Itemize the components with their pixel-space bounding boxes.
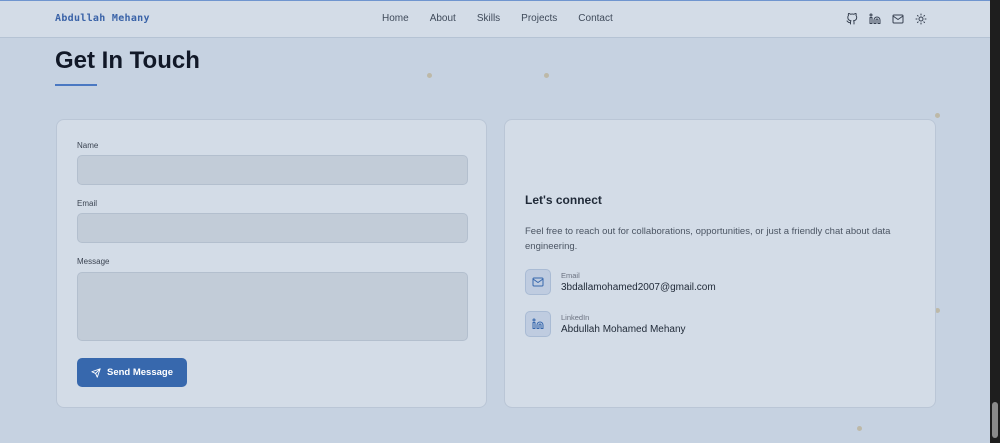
section-title: Get In Touch <box>55 47 200 74</box>
background-dot <box>935 113 940 118</box>
nav-link-projects[interactable]: Projects <box>521 13 557 24</box>
email-label: Email <box>77 199 98 208</box>
title-underline <box>55 84 97 86</box>
navbar: Abdullah Mehany Home About Skills Projec… <box>0 1 990 38</box>
nav-links: Home About Skills Projects Contact <box>382 13 613 24</box>
sun-icon[interactable] <box>915 13 927 25</box>
linkedin-contact-label: LinkedIn <box>561 313 590 322</box>
linkedin-contact-value[interactable]: Abdullah Mohamed Mehany <box>561 324 686 335</box>
message-label: Message <box>77 257 110 266</box>
name-label: Name <box>77 141 99 150</box>
github-icon[interactable] <box>846 13 858 25</box>
connect-title: Let's connect <box>525 193 602 207</box>
nav-icons <box>846 13 927 25</box>
linkedin-icon[interactable] <box>869 13 881 25</box>
send-message-label: Send Message <box>107 367 173 378</box>
linkedin-contact-icon <box>525 311 551 337</box>
connect-description: Feel free to reach out for collaboration… <box>525 226 891 252</box>
email-contact-icon <box>525 269 551 295</box>
email-contact-value[interactable]: 3bdallamohamed2007@gmail.com <box>561 282 716 293</box>
message-textarea[interactable] <box>77 272 468 341</box>
contact-form-card: Name Email Message Send Message <box>56 119 487 408</box>
email-contact-label: Email <box>561 271 580 280</box>
background-dot <box>857 426 862 431</box>
nav-link-home[interactable]: Home <box>382 13 409 24</box>
nav-link-contact[interactable]: Contact <box>578 13 612 24</box>
connect-card: Let's connect Feel free to reach out for… <box>504 119 936 408</box>
email-input[interactable] <box>77 213 468 243</box>
nav-link-about[interactable]: About <box>430 13 456 24</box>
mail-icon[interactable] <box>892 13 904 25</box>
mail-icon <box>532 277 544 287</box>
scrollbar-thumb[interactable] <box>992 402 998 438</box>
send-message-button[interactable]: Send Message <box>77 358 187 387</box>
scrollbar[interactable] <box>990 0 1000 443</box>
name-input[interactable] <box>77 155 468 185</box>
background-dot <box>544 73 549 78</box>
brand-logo[interactable]: Abdullah Mehany <box>55 13 150 24</box>
send-icon <box>91 367 101 378</box>
background-dot <box>427 73 432 78</box>
nav-link-skills[interactable]: Skills <box>477 13 500 24</box>
linkedin-icon <box>532 318 544 329</box>
